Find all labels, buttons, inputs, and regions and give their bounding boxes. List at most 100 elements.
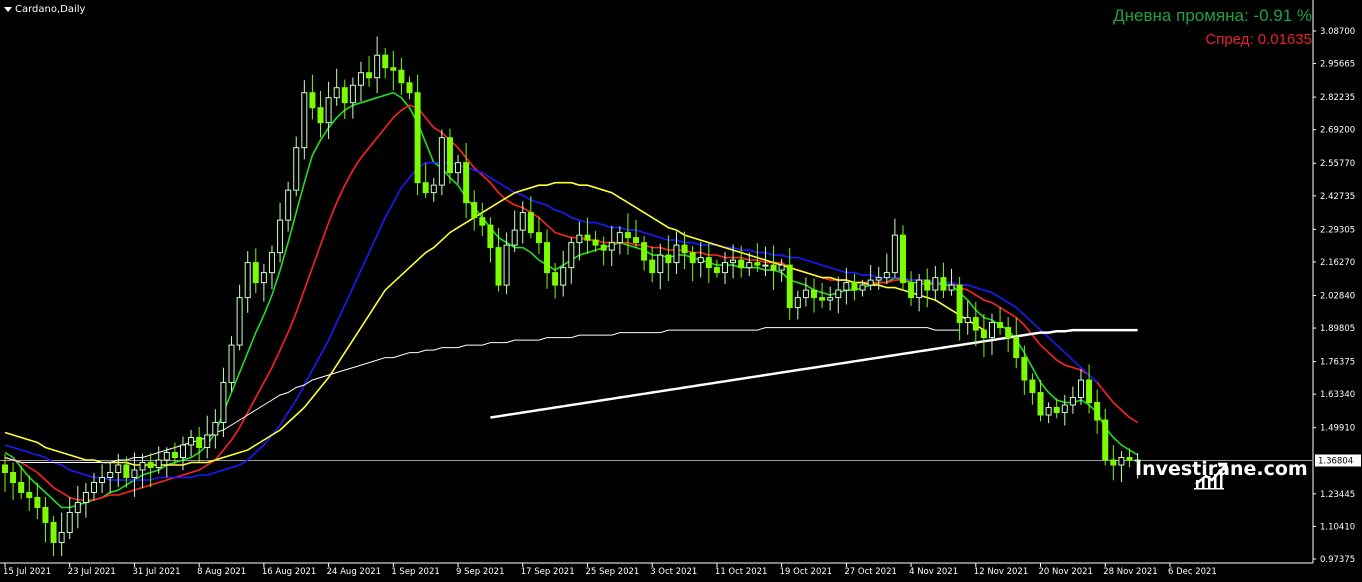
x-tick-label: 16 Aug 2021: [262, 567, 316, 577]
candle: [398, 57, 405, 95]
candle: [624, 213, 631, 255]
dropdown-triangle-icon[interactable]: [4, 7, 12, 12]
candle: [535, 216, 542, 254]
x-tick-label: 9 Sep 2021: [456, 567, 504, 577]
candle: [997, 307, 1004, 335]
candle: [1110, 445, 1117, 481]
candle-body: [786, 264, 793, 309]
candle: [422, 163, 429, 198]
y-tick-label: 2.69200: [1320, 126, 1355, 136]
candle: [827, 286, 834, 311]
candle-body: [1045, 407, 1052, 416]
candle: [819, 282, 826, 309]
candle-body: [422, 182, 429, 194]
candle: [277, 202, 284, 263]
x-tick-label: 3 Oct 2021: [650, 567, 697, 577]
x-tick-label: 28 Nov 2021: [1103, 567, 1157, 577]
candle-body: [932, 277, 939, 291]
candle: [82, 483, 89, 518]
candle-body: [430, 184, 437, 194]
candle: [835, 276, 842, 314]
candle: [220, 367, 227, 437]
candle: [293, 136, 300, 197]
candle-body: [899, 234, 906, 284]
candle: [285, 181, 292, 232]
candle: [802, 277, 809, 307]
candle-body: [988, 322, 995, 339]
candle: [940, 262, 947, 299]
candle-body: [495, 247, 502, 286]
candle-body: [827, 297, 834, 301]
candle: [1037, 380, 1044, 422]
candle-body: [519, 212, 526, 231]
candle-body: [811, 289, 817, 299]
y-tick-label: 2.82235: [1320, 93, 1355, 103]
time-axis: 15 Jul 2021 23 Jul 2021 31 Jul 2021 8 Aug 2…: [3, 563, 1217, 577]
candle: [204, 415, 211, 459]
candle: [908, 271, 915, 306]
candle-body: [487, 224, 494, 249]
candle-body: [285, 189, 292, 221]
candle: [487, 217, 494, 263]
candle-body: [778, 264, 785, 271]
candle-body: [1037, 392, 1044, 416]
symbol-label[interactable]: Cardano,Daily: [4, 4, 85, 15]
candle-body: [1005, 327, 1012, 339]
candle: [1029, 373, 1036, 405]
candle-body: [18, 481, 25, 493]
candle: [341, 79, 348, 120]
candle-body: [414, 92, 421, 184]
candle: [1013, 317, 1020, 369]
candle: [309, 74, 316, 120]
x-tick-label: 25 Sep 2021: [585, 567, 639, 577]
candle-body: [382, 54, 389, 69]
candle-body: [657, 254, 664, 274]
candle-body: [50, 521, 57, 543]
candle-body: [163, 452, 170, 461]
candle-body: [325, 97, 332, 124]
candle-body: [535, 232, 542, 244]
candle-body: [924, 279, 931, 291]
candle-body: [552, 272, 559, 286]
candle: [811, 278, 817, 313]
candle-body: [746, 262, 753, 269]
candle-body: [244, 262, 251, 299]
x-tick-label: 27 Oct 2021: [844, 567, 897, 577]
x-tick-label: 6 Dec 2021: [1168, 567, 1217, 577]
candle-body: [722, 262, 729, 274]
candle-body: [883, 272, 890, 279]
candle-body: [802, 289, 809, 299]
candle: [883, 253, 890, 285]
candle-body: [204, 434, 211, 449]
candle-body: [819, 297, 826, 301]
candle: [641, 235, 648, 271]
candle-body: [794, 297, 801, 309]
candle: [99, 464, 106, 494]
candle: [1061, 394, 1068, 426]
candle: [479, 202, 486, 237]
candle: [357, 61, 364, 102]
candle: [794, 290, 801, 320]
candle: [657, 243, 664, 290]
ma-line-3: [4, 181, 985, 466]
candle: [10, 462, 17, 501]
candle: [616, 226, 623, 255]
candle-body: [730, 259, 737, 264]
candle-body: [236, 297, 243, 346]
candle-body: [90, 481, 97, 493]
candle: [26, 475, 33, 511]
candle-body: [293, 147, 300, 191]
price-axis: 3.08700 2.95665 2.82235 2.69200 2.55770 2.427…: [1313, 27, 1361, 565]
candle: [980, 313, 987, 357]
y-tick-label: 3.08700: [1320, 27, 1355, 37]
candle-body: [1069, 397, 1076, 406]
symbol-text: Cardano,Daily: [15, 4, 86, 15]
candle: [1053, 398, 1060, 419]
candle-body: [220, 382, 227, 424]
candle-body: [212, 422, 219, 436]
candle-body: [349, 84, 356, 104]
candle-body: [196, 437, 203, 449]
price-chart[interactable]: 3.08700 2.95665 2.82235 2.69200 2.55770 2.427…: [0, 0, 1362, 582]
candle: [471, 190, 478, 231]
y-tick-label: 1.49910: [1320, 424, 1355, 434]
